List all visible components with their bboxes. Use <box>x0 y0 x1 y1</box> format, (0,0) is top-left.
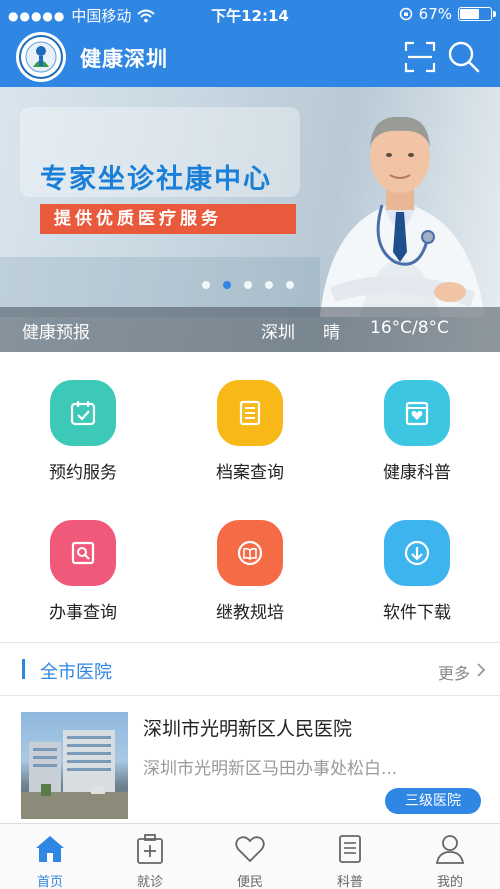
heart-book-icon <box>405 401 429 426</box>
grid-label: 健康科普 <box>383 463 451 483</box>
status-right: 67% <box>399 5 496 23</box>
tab-visit[interactable]: 就诊 <box>100 824 200 889</box>
scan-icon[interactable] <box>403 40 437 74</box>
download-icon <box>404 540 430 566</box>
tab-label: 就诊 <box>136 875 163 889</box>
grid-label: 档案查询 <box>216 463 284 483</box>
hospital-level-badge: 三级医院 <box>385 788 481 814</box>
hospital-name: 深圳市光明新区人民医院 <box>143 718 353 740</box>
chevron-right-icon[interactable] <box>476 662 486 678</box>
carousel-dot[interactable] <box>223 281 231 289</box>
status-bar: ●●●●● 中国移动 下午12:14 67% <box>0 0 500 28</box>
grid-item-download[interactable]: 软件下载 <box>334 492 500 632</box>
article-icon <box>339 835 361 863</box>
grid-icon-bg <box>384 520 450 586</box>
tab-mine[interactable]: 我的 <box>400 824 500 889</box>
top-bar: ●●●●● 中国移动 下午12:14 67% 健康深圳 <box>0 0 500 87</box>
tab-label: 我的 <box>436 875 463 889</box>
user-icon <box>435 835 465 864</box>
app-title: 健康深圳 <box>80 47 168 71</box>
section-accent-bar <box>22 659 25 679</box>
tab-convenience[interactable]: 便民 <box>200 824 300 889</box>
section-title: 全市医院 <box>40 662 112 683</box>
battery-percent: 67% <box>418 5 452 23</box>
hospital-address: 深圳市光明新区马田办事处松白... <box>143 759 398 779</box>
weather-temperature: 16°C/8°C <box>370 318 449 338</box>
carousel-dot[interactable] <box>202 281 210 289</box>
heart-icon <box>235 836 265 863</box>
grid-item-training[interactable]: 继教规培 <box>167 492 333 632</box>
carousel-dot[interactable] <box>286 281 294 289</box>
grid-icon-bg <box>217 380 283 446</box>
grid-icon-bg <box>217 520 283 586</box>
bottom-tab-bar: 首页 就诊 便民 科普 我的 <box>0 823 500 889</box>
grid-item-records[interactable]: 档案查询 <box>167 352 333 492</box>
app-logo-icon <box>16 32 66 82</box>
rotation-lock-icon <box>399 7 412 21</box>
carousel-indicator[interactable] <box>202 281 294 289</box>
grid-item-appointment[interactable]: 预约服务 <box>0 352 166 492</box>
more-link[interactable]: 更多 <box>438 660 470 684</box>
grid-icon-bg <box>50 520 116 586</box>
tab-label: 便民 <box>236 875 263 889</box>
grid-item-health-science[interactable]: 健康科普 <box>334 352 500 492</box>
open-book-icon <box>237 540 263 566</box>
search-doc-icon <box>71 541 95 565</box>
nav-bar: 健康深圳 <box>0 28 500 87</box>
banner-subtitle: 提供优质医疗服务 <box>40 204 296 234</box>
weather-condition: 晴 <box>323 323 340 343</box>
grid-icon-bg <box>384 380 450 446</box>
weather-label: 健康预报 <box>22 323 90 343</box>
service-grid: 预约服务 档案查询 健康科普 办事查询 继教规培 软件下载 <box>0 352 500 642</box>
battery-icon <box>458 7 496 21</box>
medical-kit-icon <box>137 834 163 864</box>
weather-city: 深圳 <box>261 323 295 343</box>
grid-label: 预约服务 <box>49 463 117 483</box>
hospital-list-item[interactable]: 深圳市光明新区人民医院 深圳市光明新区马田办事处松白... 三级医院 <box>0 696 500 822</box>
banner-title: 专家坐诊社康中心 <box>40 164 272 195</box>
tab-label: 首页 <box>36 875 63 889</box>
grid-label: 继教规培 <box>216 603 284 623</box>
grid-icon-bg <box>50 380 116 446</box>
home-icon <box>36 836 64 862</box>
carousel-dot[interactable] <box>265 281 273 289</box>
weather-strip[interactable]: 健康预报 深圳 晴 16°C/8°C <box>0 307 500 352</box>
carousel-dot[interactable] <box>244 281 252 289</box>
promo-banner[interactable]: 专家坐诊社康中心 提供优质医疗服务 健康预报 深圳 晴 16°C/8°C <box>0 87 500 352</box>
calendar-check-icon <box>70 401 96 426</box>
section-header-hospitals: 全市医院 更多 <box>0 643 500 695</box>
grid-label: 软件下载 <box>383 603 451 623</box>
tab-label: 科普 <box>336 875 363 889</box>
document-list-icon <box>239 400 261 426</box>
battery-fill <box>460 9 479 19</box>
search-icon[interactable] <box>447 40 481 74</box>
doctor-image <box>320 116 485 317</box>
grid-label: 办事查询 <box>49 603 117 623</box>
tab-home[interactable]: 首页 <box>0 824 100 889</box>
grid-item-affairs-query[interactable]: 办事查询 <box>0 492 166 632</box>
tab-science[interactable]: 科普 <box>300 824 400 889</box>
hospital-photo <box>21 712 128 819</box>
